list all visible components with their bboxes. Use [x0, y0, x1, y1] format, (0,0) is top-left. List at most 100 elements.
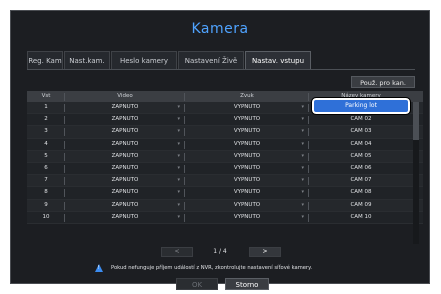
camera-name-cell: CAM 03	[309, 126, 413, 137]
video-select[interactable]: ZAPNUTO ▾	[65, 114, 185, 125]
video-select[interactable]: ZAPNUTO ▾	[65, 139, 185, 150]
dropdown-arrow-icon: ▾	[301, 201, 304, 208]
channel-cell: 2	[27, 114, 65, 125]
scrollbar-thumb[interactable]	[413, 102, 419, 140]
dropdown-arrow-icon: ▾	[301, 104, 304, 110]
table-row: 1 ZAPNUTO ▾ VYPNUTO ▾ Parking lot	[27, 97, 423, 115]
dropdown-arrow-icon: ▾	[177, 177, 180, 184]
prev-page-button[interactable]: <	[161, 247, 193, 257]
camera-name-text[interactable]: CAM 08	[350, 189, 371, 195]
video-select[interactable]: ZAPNUTO ▾	[65, 200, 185, 211]
dropdown-arrow-icon: ▾	[177, 213, 180, 220]
dropdown-arrow-icon: ▾	[177, 189, 180, 196]
camera-name-cell: CAM 05	[309, 151, 413, 162]
camera-name-text[interactable]: CAM 07	[350, 177, 371, 183]
table-row: 9 ZAPNUTO ▾ VYPNUTO ▾ CAM 09	[27, 199, 423, 212]
audio-select[interactable]: VYPNUTO ▾	[185, 102, 309, 113]
camera-name-cell: CAM 02	[309, 114, 413, 125]
audio-select[interactable]: VYPNUTO ▾	[185, 139, 309, 150]
video-select[interactable]: ZAPNUTO ▾	[65, 163, 185, 174]
camera-name-text[interactable]: CAM 05	[350, 153, 371, 159]
channel-cell: 5	[27, 151, 65, 162]
dropdown-arrow-icon: ▾	[301, 128, 304, 135]
camera-name-cell: CAM 06	[309, 163, 413, 174]
channel-cell: 9	[27, 200, 65, 211]
audio-select[interactable]: VYPNUTO ▾	[185, 126, 309, 137]
cancel-button[interactable]: Storno	[225, 278, 269, 290]
camera-name-input[interactable]: Parking lot	[311, 97, 411, 115]
dropdown-arrow-icon: ▾	[177, 116, 180, 123]
dropdown-arrow-icon: ▾	[301, 213, 304, 220]
tab-nast-kam[interactable]: Nast.kam.	[64, 51, 110, 69]
tab-bar: Reg. Kam Nast.kam. Heslo kamery Nastaven…	[27, 51, 312, 69]
audio-select[interactable]: VYPNUTO ▾	[185, 200, 309, 211]
audio-select[interactable]: VYPNUTO ▾	[185, 151, 309, 162]
audio-select[interactable]: VYPNUTO ▾	[185, 163, 309, 174]
table-row: 8 ZAPNUTO ▾ VYPNUTO ▾ CAM 08	[27, 187, 423, 200]
channel-cell: 6	[27, 163, 65, 174]
table-row: 5 ZAPNUTO ▾ VYPNUTO ▾ CAM 05	[27, 150, 423, 163]
apply-to-channels-button[interactable]: Použ. pro kan.	[351, 76, 415, 88]
camera-name-text[interactable]: CAM 09	[350, 202, 371, 208]
tab-nastav-vstupu[interactable]: Nastav. vstupu	[245, 51, 311, 69]
next-page-button[interactable]: >	[249, 247, 281, 257]
table-row: 10 ZAPNUTO ▾ VYPNUTO ▾ CAM 10	[27, 211, 423, 224]
video-select[interactable]: ZAPNUTO ▾	[65, 151, 185, 162]
channel-cell: 10	[27, 212, 65, 223]
dropdown-arrow-icon: ▾	[177, 104, 180, 110]
camera-name-cell: CAM 09	[309, 200, 413, 211]
audio-select[interactable]: VYPNUTO ▾	[185, 212, 309, 223]
warning-icon: !	[95, 264, 103, 272]
camera-name-text[interactable]: CAM 10	[350, 214, 371, 220]
table-row: 6 ZAPNUTO ▾ VYPNUTO ▾ CAM 06	[27, 162, 423, 176]
header-audio: Zvuk	[185, 91, 309, 102]
channel-cell: 8	[27, 187, 65, 198]
camera-name-cell: Parking lot	[309, 97, 413, 115]
camera-name-cell: CAM 04	[309, 139, 413, 150]
dropdown-arrow-icon: ▾	[177, 152, 180, 159]
camera-name-text[interactable]: CAM 04	[350, 141, 371, 147]
camera-name-cell: CAM 08	[309, 187, 413, 198]
camera-name-text[interactable]: CAM 02	[350, 116, 371, 122]
tab-divider	[27, 69, 415, 70]
dropdown-arrow-icon: ▾	[301, 140, 304, 147]
camera-name-text[interactable]: CAM 06	[350, 165, 371, 171]
channel-cell: 7	[27, 175, 65, 186]
camera-dialog: Kamera Reg. Kam Nast.kam. Heslo kamery N…	[10, 10, 430, 290]
dropdown-arrow-icon: ▾	[177, 164, 180, 171]
video-select[interactable]: ZAPNUTO ▾	[65, 175, 185, 186]
dropdown-arrow-icon: ▾	[177, 128, 180, 135]
table-row: 3 ZAPNUTO ▾ VYPNUTO ▾ CAM 03	[27, 126, 423, 139]
video-select[interactable]: ZAPNUTO ▾	[65, 102, 185, 113]
video-select[interactable]: ZAPNUTO ▾	[65, 126, 185, 137]
pagination: < 1 / 4 >	[11, 247, 429, 259]
dialog-title: Kamera	[191, 21, 249, 37]
table-body: 1 ZAPNUTO ▾ VYPNUTO ▾ Parking lot 2 ZAPNUTO ▾ VYP…	[27, 97, 423, 224]
dropdown-arrow-icon: ▾	[301, 116, 304, 123]
video-select[interactable]: ZAPNUTO ▾	[65, 187, 185, 198]
tab-reg-kam[interactable]: Reg. Kam	[27, 51, 63, 69]
camera-name-cell: CAM 07	[309, 175, 413, 186]
ok-button[interactable]: OK	[176, 278, 218, 290]
dropdown-arrow-icon: ▾	[301, 177, 304, 184]
input-table: Vst Video Zvuk Název kamery 1 ZAPNUTO ▾ VYP…	[27, 91, 423, 224]
tab-nastaveni-zive[interactable]: Nastavení Živě	[178, 51, 244, 69]
dropdown-arrow-icon: ▾	[301, 189, 304, 196]
audio-select[interactable]: VYPNUTO ▾	[185, 175, 309, 186]
dropdown-arrow-icon: ▾	[301, 164, 304, 171]
channel-cell: 4	[27, 139, 65, 150]
audio-select[interactable]: VYPNUTO ▾	[185, 187, 309, 198]
table-scrollbar[interactable]	[413, 102, 419, 244]
header-channel: Vst	[27, 91, 65, 102]
video-select[interactable]: ZAPNUTO ▾	[65, 212, 185, 223]
header-video: Video	[65, 91, 185, 102]
audio-select[interactable]: VYPNUTO ▾	[185, 114, 309, 125]
page-indicator: 1 / 4	[213, 248, 227, 255]
tab-heslo-kamery[interactable]: Heslo kamery	[111, 51, 177, 69]
camera-name-cell: CAM 10	[309, 212, 413, 223]
notice-text: Pokud nefunguje příjem událostí z NVR, z…	[111, 265, 313, 271]
camera-name-text[interactable]: CAM 03	[350, 128, 371, 134]
notice-bar: ! Pokud nefunguje příjem událostí z NVR,…	[95, 263, 312, 273]
dropdown-arrow-icon: ▾	[177, 140, 180, 147]
dropdown-arrow-icon: ▾	[301, 152, 304, 159]
